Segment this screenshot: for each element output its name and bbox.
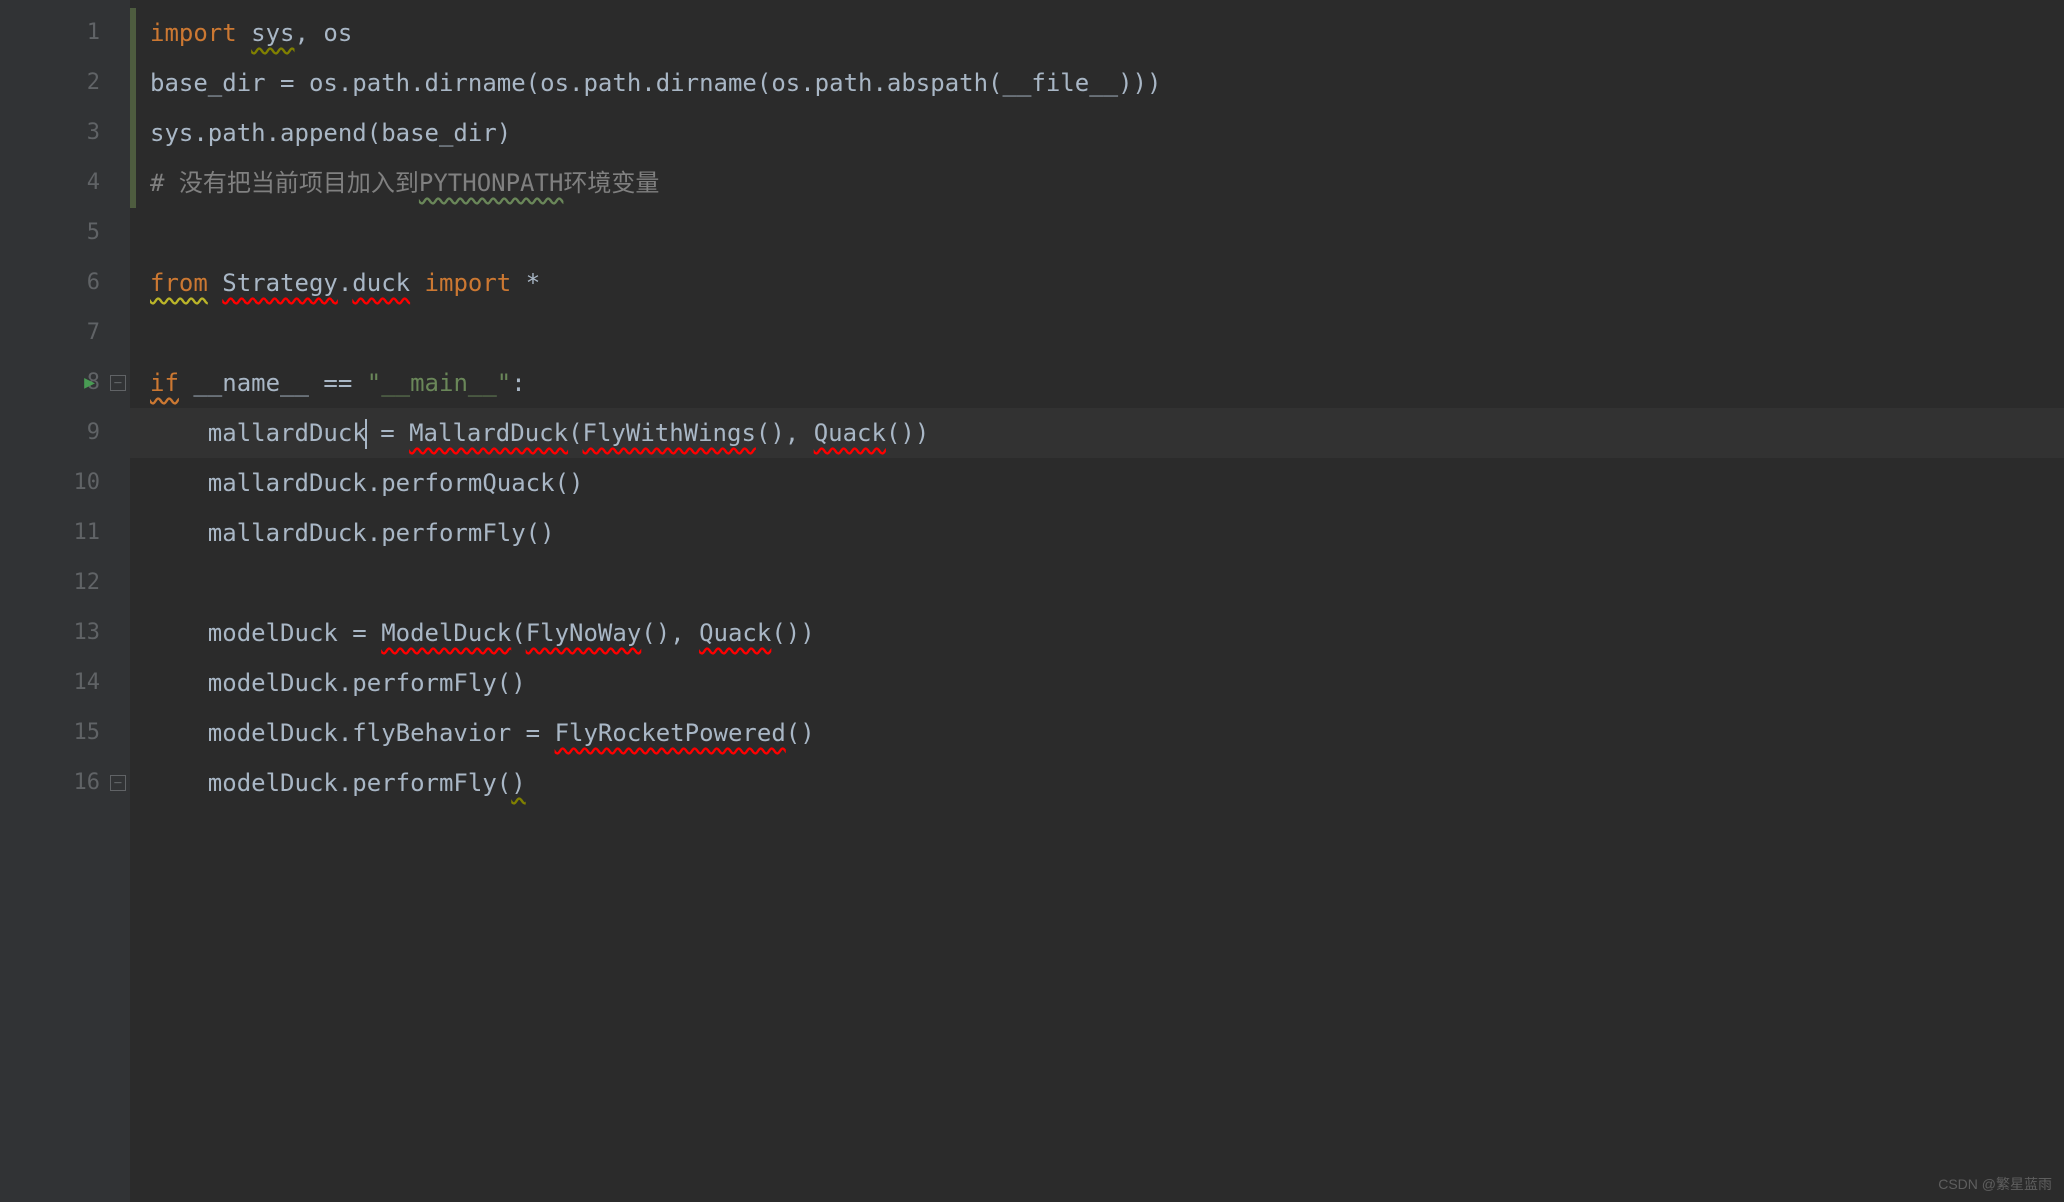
comment-hash: # [150,169,179,197]
star: * [526,269,540,297]
comma: , [295,19,324,47]
line-number[interactable]: 15 [0,708,130,758]
keyword-from: from [150,269,208,297]
line-number[interactable]: 12 [0,558,130,608]
code-area[interactable]: import sys, os base_dir = os.path.dirnam… [130,0,2064,1202]
parens: (), [641,619,699,647]
keyword-import: import [425,269,512,297]
code-line-5[interactable] [130,208,2064,258]
class-MallardDuck: MallardDuck [409,419,568,447]
code-line-15[interactable]: modelDuck.flyBehavior = FlyRocketPowered… [130,708,2064,758]
line-number[interactable]: 14 [0,658,130,708]
code-text: base_dir = os.path.dirname(os.path.dirna… [150,69,1161,97]
line-number[interactable]: 7 [0,308,130,358]
space [179,369,193,397]
indent [150,419,208,447]
line-num-text: 16 [74,770,101,795]
module-os: os [323,19,352,47]
code-line-3[interactable]: sys.path.append(base_dir) [130,108,2064,158]
code-line-4[interactable]: # 没有把当前项目加入到PYTHONPATH环境变量 [130,158,2064,208]
operator-assign: = [366,419,409,447]
text [237,19,251,47]
code-text: mallardDuck.performQuack() [150,469,583,497]
parens: (), [756,419,814,447]
var-mallardDuck: mallardDuck [208,419,367,447]
keyword-if: if [150,369,179,397]
code-text: modelDuck.performFly( [150,769,511,797]
class-Quack: Quack [699,619,771,647]
line-number[interactable]: 13 [0,608,130,658]
operator-eq: == [309,369,367,397]
code-line-12[interactable] [130,558,2064,608]
colon: : [511,369,525,397]
code-line-7[interactable] [130,308,2064,358]
line-number[interactable]: 11 [0,508,130,558]
line-number[interactable]: 3 [0,108,130,158]
code-line-6[interactable]: from Strategy.duck import * [130,258,2064,308]
string-main: "__main__" [367,369,512,397]
class-FlyRocketPowered: FlyRocketPowered [555,719,786,747]
line-number[interactable]: 6 [0,258,130,308]
keyword-import: import [150,19,237,47]
code-line-11[interactable]: mallardDuck.performFly() [130,508,2064,558]
comment-text: 环境变量 [563,169,659,197]
code-line-13[interactable]: modelDuck = ModelDuck(FlyNoWay(), Quack(… [130,608,2064,658]
close-paren: ) [511,769,525,797]
dunder-name: __name__ [193,369,309,397]
run-gutter-icon[interactable]: ▶ [84,358,95,408]
code-editor: 1 2 3 4 5 6 7 8 ▶ − 9 10 11 12 13 14 15 … [0,0,2064,1202]
indent [150,619,208,647]
space [410,269,424,297]
code-line-16[interactable]: modelDuck.performFly() [130,758,2064,808]
code-line-9[interactable]: mallardDuck = MallardDuck(FlyWithWings()… [130,408,2064,458]
code-line-14[interactable]: modelDuck.performFly() [130,658,2064,708]
code-line-2[interactable]: base_dir = os.path.dirname(os.path.dirna… [130,58,2064,108]
parens: ()) [886,419,929,447]
paren: ( [568,419,582,447]
space [208,269,222,297]
line-number[interactable]: 1 [0,8,130,58]
fold-collapse-icon[interactable]: − [110,375,126,391]
class-FlyWithWings: FlyWithWings [583,419,756,447]
line-number[interactable]: 16 − [0,758,130,808]
var-modelDuck: modelDuck = [208,619,381,647]
dot: . [338,269,352,297]
module-strategy: Strategy [222,269,338,297]
line-number[interactable]: 9 [0,408,130,458]
fold-expand-icon[interactable]: − [110,775,126,791]
class-Quack: Quack [814,419,886,447]
line-number[interactable]: 5 [0,208,130,258]
code-line-8[interactable]: if __name__ == "__main__": [130,358,2064,408]
line-number[interactable]: 2 [0,58,130,108]
line-number[interactable]: 4 [0,158,130,208]
code-line-10[interactable]: mallardDuck.performQuack() [130,458,2064,508]
class-ModelDuck: ModelDuck [381,619,511,647]
watermark: CSDN @繁星蓝雨 [1938,1174,2052,1194]
code-line-1[interactable]: import sys, os [130,8,2064,58]
comment-pythonpath: PYTHONPATH [419,169,564,197]
code-text: modelDuck.performFly() [150,669,526,697]
class-FlyNoWay: FlyNoWay [526,619,642,647]
gutter: 1 2 3 4 5 6 7 8 ▶ − 9 10 11 12 13 14 15 … [0,0,130,1202]
comment-text: 没有把当前项目加入到 [179,169,419,197]
code-text: modelDuck.flyBehavior = [150,719,555,747]
space [511,269,525,297]
module-duck: duck [352,269,410,297]
line-number[interactable]: 8 ▶ − [0,358,130,408]
line-number[interactable]: 10 [0,458,130,508]
code-text: sys.path.append(base_dir) [150,119,511,147]
parens: ()) [771,619,814,647]
module-sys: sys [251,19,294,47]
parens: () [786,719,815,747]
code-text: mallardDuck.performFly() [150,519,555,547]
paren: ( [511,619,525,647]
